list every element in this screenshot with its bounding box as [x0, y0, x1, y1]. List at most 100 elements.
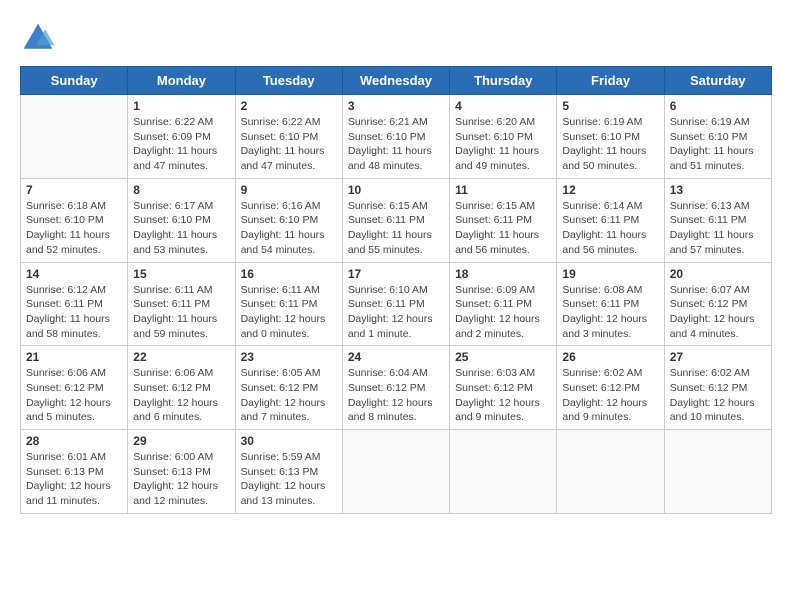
day-number: 15 [133, 267, 229, 281]
day-number: 18 [455, 267, 551, 281]
day-header-monday: Monday [128, 67, 235, 95]
calendar-cell: 18 Sunrise: 6:09 AM Sunset: 6:11 PM Dayli… [450, 262, 557, 346]
day-info: Sunrise: 6:09 AM Sunset: 6:11 PM Dayligh… [455, 283, 551, 342]
calendar-cell: 13 Sunrise: 6:13 AM Sunset: 6:11 PM Dayli… [664, 178, 771, 262]
day-info: Sunrise: 6:07 AM Sunset: 6:12 PM Dayligh… [670, 283, 766, 342]
day-number: 25 [455, 350, 551, 364]
day-number: 10 [348, 183, 444, 197]
day-number: 2 [241, 99, 337, 113]
calendar-cell: 21 Sunrise: 6:06 AM Sunset: 6:12 PM Dayli… [21, 346, 128, 430]
calendar-cell: 27 Sunrise: 6:02 AM Sunset: 6:12 PM Dayli… [664, 346, 771, 430]
day-info: Sunrise: 6:17 AM Sunset: 6:10 PM Dayligh… [133, 199, 229, 258]
calendar-cell: 6 Sunrise: 6:19 AM Sunset: 6:10 PM Daylig… [664, 95, 771, 179]
day-number: 27 [670, 350, 766, 364]
calendar-cell [21, 95, 128, 179]
calendar-cell: 10 Sunrise: 6:15 AM Sunset: 6:11 PM Dayli… [342, 178, 449, 262]
calendar-cell: 12 Sunrise: 6:14 AM Sunset: 6:11 PM Dayli… [557, 178, 664, 262]
calendar-cell: 23 Sunrise: 6:05 AM Sunset: 6:12 PM Dayli… [235, 346, 342, 430]
day-info: Sunrise: 6:16 AM Sunset: 6:10 PM Dayligh… [241, 199, 337, 258]
calendar-cell: 22 Sunrise: 6:06 AM Sunset: 6:12 PM Dayli… [128, 346, 235, 430]
day-number: 11 [455, 183, 551, 197]
calendar-cell: 8 Sunrise: 6:17 AM Sunset: 6:10 PM Daylig… [128, 178, 235, 262]
day-info: Sunrise: 5:59 AM Sunset: 6:13 PM Dayligh… [241, 450, 337, 509]
day-header-wednesday: Wednesday [342, 67, 449, 95]
day-header-sunday: Sunday [21, 67, 128, 95]
calendar-cell: 29 Sunrise: 6:00 AM Sunset: 6:13 PM Dayli… [128, 430, 235, 514]
calendar-cell: 20 Sunrise: 6:07 AM Sunset: 6:12 PM Dayli… [664, 262, 771, 346]
calendar-cell [342, 430, 449, 514]
day-number: 19 [562, 267, 658, 281]
day-info: Sunrise: 6:11 AM Sunset: 6:11 PM Dayligh… [241, 283, 337, 342]
day-header-thursday: Thursday [450, 67, 557, 95]
calendar-cell: 9 Sunrise: 6:16 AM Sunset: 6:10 PM Daylig… [235, 178, 342, 262]
day-info: Sunrise: 6:22 AM Sunset: 6:09 PM Dayligh… [133, 115, 229, 174]
day-number: 13 [670, 183, 766, 197]
page-header [20, 20, 772, 56]
calendar-header-row: SundayMondayTuesdayWednesdayThursdayFrid… [21, 67, 772, 95]
calendar-cell: 1Sunrise: 6:22 AM Sunset: 6:09 PM Daylig… [128, 95, 235, 179]
calendar-cell [450, 430, 557, 514]
calendar-cell: 14Sunrise: 6:12 AM Sunset: 6:11 PM Dayli… [21, 262, 128, 346]
calendar-cell: 3 Sunrise: 6:21 AM Sunset: 6:10 PM Daylig… [342, 95, 449, 179]
day-info: Sunrise: 6:18 AM Sunset: 6:10 PM Dayligh… [26, 199, 122, 258]
day-number: 3 [348, 99, 444, 113]
day-number: 29 [133, 434, 229, 448]
calendar-cell: 11 Sunrise: 6:15 AM Sunset: 6:11 PM Dayli… [450, 178, 557, 262]
day-info: Sunrise: 6:01 AM Sunset: 6:13 PM Dayligh… [26, 450, 122, 509]
calendar-week-row: 7 Sunrise: 6:18 AM Sunset: 6:10 PM Daylig… [21, 178, 772, 262]
calendar-week-row: 28 Sunrise: 6:01 AM Sunset: 6:13 PM Dayli… [21, 430, 772, 514]
day-number: 21 [26, 350, 122, 364]
calendar-cell: 4 Sunrise: 6:20 AM Sunset: 6:10 PM Daylig… [450, 95, 557, 179]
logo-icon [20, 20, 56, 56]
calendar-cell: 30Sunrise: 5:59 AM Sunset: 6:13 PM Dayli… [235, 430, 342, 514]
day-info: Sunrise: 6:06 AM Sunset: 6:12 PM Dayligh… [26, 366, 122, 425]
day-number: 12 [562, 183, 658, 197]
day-info: Sunrise: 6:00 AM Sunset: 6:13 PM Dayligh… [133, 450, 229, 509]
day-info: Sunrise: 6:03 AM Sunset: 6:12 PM Dayligh… [455, 366, 551, 425]
day-info: Sunrise: 6:02 AM Sunset: 6:12 PM Dayligh… [562, 366, 658, 425]
day-info: Sunrise: 6:15 AM Sunset: 6:11 PM Dayligh… [455, 199, 551, 258]
day-number: 8 [133, 183, 229, 197]
calendar-cell: 28 Sunrise: 6:01 AM Sunset: 6:13 PM Dayli… [21, 430, 128, 514]
day-info: Sunrise: 6:02 AM Sunset: 6:12 PM Dayligh… [670, 366, 766, 425]
day-header-saturday: Saturday [664, 67, 771, 95]
day-info: Sunrise: 6:21 AM Sunset: 6:10 PM Dayligh… [348, 115, 444, 174]
day-number: 6 [670, 99, 766, 113]
day-number: 22 [133, 350, 229, 364]
day-info: Sunrise: 6:19 AM Sunset: 6:10 PM Dayligh… [670, 115, 766, 174]
day-number: 28 [26, 434, 122, 448]
day-info: Sunrise: 6:08 AM Sunset: 6:11 PM Dayligh… [562, 283, 658, 342]
calendar-cell: 24Sunrise: 6:04 AM Sunset: 6:12 PM Dayli… [342, 346, 449, 430]
day-number: 23 [241, 350, 337, 364]
day-info: Sunrise: 6:12 AM Sunset: 6:11 PM Dayligh… [26, 283, 122, 342]
day-info: Sunrise: 6:20 AM Sunset: 6:10 PM Dayligh… [455, 115, 551, 174]
logo [20, 20, 60, 56]
day-number: 7 [26, 183, 122, 197]
day-info: Sunrise: 6:11 AM Sunset: 6:11 PM Dayligh… [133, 283, 229, 342]
day-info: Sunrise: 6:14 AM Sunset: 6:11 PM Dayligh… [562, 199, 658, 258]
day-info: Sunrise: 6:15 AM Sunset: 6:11 PM Dayligh… [348, 199, 444, 258]
day-header-tuesday: Tuesday [235, 67, 342, 95]
day-number: 17 [348, 267, 444, 281]
day-info: Sunrise: 6:10 AM Sunset: 6:11 PM Dayligh… [348, 283, 444, 342]
day-number: 26 [562, 350, 658, 364]
calendar-cell: 2 Sunrise: 6:22 AM Sunset: 6:10 PM Daylig… [235, 95, 342, 179]
calendar-cell: 5Sunrise: 6:19 AM Sunset: 6:10 PM Daylig… [557, 95, 664, 179]
calendar-cell: 25 Sunrise: 6:03 AM Sunset: 6:12 PM Dayli… [450, 346, 557, 430]
day-number: 24 [348, 350, 444, 364]
day-header-friday: Friday [557, 67, 664, 95]
calendar-cell: 19 Sunrise: 6:08 AM Sunset: 6:11 PM Dayli… [557, 262, 664, 346]
day-info: Sunrise: 6:22 AM Sunset: 6:10 PM Dayligh… [241, 115, 337, 174]
day-info: Sunrise: 6:05 AM Sunset: 6:12 PM Dayligh… [241, 366, 337, 425]
calendar-cell: 26 Sunrise: 6:02 AM Sunset: 6:12 PM Dayli… [557, 346, 664, 430]
calendar-cell: 15 Sunrise: 6:11 AM Sunset: 6:11 PM Dayli… [128, 262, 235, 346]
day-info: Sunrise: 6:06 AM Sunset: 6:12 PM Dayligh… [133, 366, 229, 425]
day-info: Sunrise: 6:19 AM Sunset: 6:10 PM Dayligh… [562, 115, 658, 174]
day-number: 20 [670, 267, 766, 281]
day-number: 9 [241, 183, 337, 197]
day-info: Sunrise: 6:13 AM Sunset: 6:11 PM Dayligh… [670, 199, 766, 258]
calendar-week-row: 21 Sunrise: 6:06 AM Sunset: 6:12 PM Dayli… [21, 346, 772, 430]
day-number: 4 [455, 99, 551, 113]
calendar-table: SundayMondayTuesdayWednesdayThursdayFrid… [20, 66, 772, 514]
calendar-cell [664, 430, 771, 514]
